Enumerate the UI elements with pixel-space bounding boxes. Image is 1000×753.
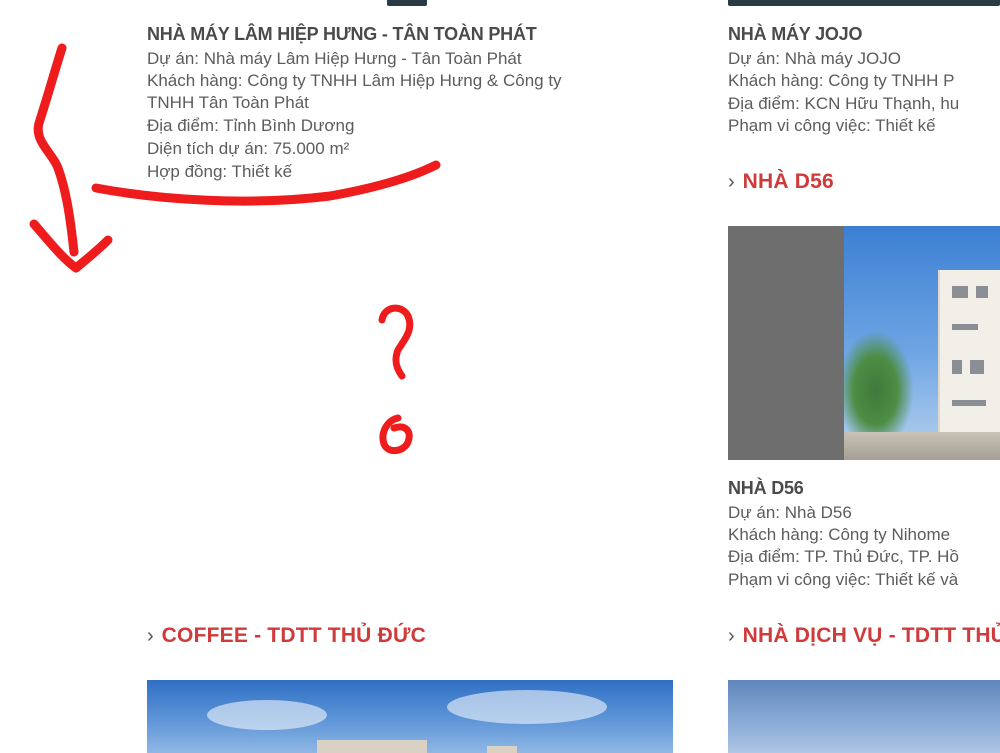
project-info-line: Dự án: Nhà máy JOJO [728, 49, 901, 68]
project-info-line: Dự án: Nhà D56 [728, 503, 852, 522]
cloud-shape [207, 700, 327, 730]
section-heading-label: COFFEE - TDTT THỦ ĐỨC [161, 624, 426, 647]
image-edge [728, 0, 1000, 6]
project-info-line: Địa điểm: Tỉnh Bình Dương [147, 116, 355, 135]
section-heading-nha-dich-vu[interactable]: › NHÀ DỊCH VỤ - TDTT THỦ ĐỨC [728, 624, 1000, 648]
project-info-line: TNHH Tân Toàn Phát [147, 93, 309, 112]
window-shape [952, 360, 962, 374]
page: NHÀ MÁY LÂM HIỆP HƯNG - TÂN TOÀN PHÁT Dự… [0, 0, 1000, 753]
project-info-line: Khách hàng: Công ty TNHH Lâm Hiệp Hưng &… [147, 71, 562, 90]
project-info-line: Địa điểm: KCN Hữu Thạnh, hu [728, 94, 960, 113]
project-image-coffee[interactable] [147, 680, 673, 753]
project-title-jojo[interactable]: NHÀ MÁY JOJO [728, 24, 862, 45]
chevron-right-icon: › [728, 625, 735, 647]
project-image-d56[interactable] [728, 226, 1000, 460]
project-info-line: Khách hàng: Công ty Nihome [728, 525, 951, 544]
window-shape [970, 360, 984, 374]
question-mark-annotation [378, 304, 414, 380]
section-heading-d56[interactable]: › NHÀ D56 [728, 170, 834, 194]
right-column: NHÀ MÁY JOJO Dự án: Nhà máy JOJO Khách h… [728, 0, 1000, 753]
section-heading-coffee[interactable]: › COFFEE - TDTT THỦ ĐỨC [147, 624, 426, 648]
project-info-line: Khách hàng: Công ty TNHH P [728, 71, 955, 90]
question-mark-dot-annotation [379, 414, 413, 454]
project-info-line: Phạm vi công việc: Thiết kế [728, 116, 936, 135]
project-image-nha-dich-vu[interactable] [728, 680, 1000, 753]
section-heading-label: NHÀ DỊCH VỤ - TDTT THỦ ĐỨC [742, 624, 1000, 647]
project-info-line: Phạm vi công việc: Thiết kế và [728, 570, 959, 589]
window-shape [952, 400, 986, 406]
arrowhead-annotation [29, 219, 113, 273]
image-edge [387, 0, 427, 6]
project-info-line: Dự án: Nhà máy Lâm Hiệp Hưng - Tân Toàn … [147, 49, 522, 68]
window-shape [952, 324, 978, 330]
curved-arrow-annotation [33, 43, 79, 257]
tree-shape [844, 330, 914, 440]
window-shape [952, 286, 968, 298]
ground-shape [844, 432, 1000, 460]
project-info-line: Hợp đồng: Thiết kế [147, 162, 293, 181]
window-shape [976, 286, 988, 298]
project-info-line: Địa điểm: TP. Thủ Đức, TP. Hồ [728, 547, 959, 566]
project-title-lam-hiep-hung[interactable]: NHÀ MÁY LÂM HIỆP HƯNG - TÂN TOÀN PHÁT [147, 24, 537, 45]
cloud-shape [447, 690, 607, 724]
project-title-d56[interactable]: NHÀ D56 [728, 478, 804, 499]
building-shape [487, 746, 517, 753]
section-heading-label: NHÀ D56 [742, 170, 834, 193]
project-info-line: Diện tích dự án: 75.000 m² [147, 139, 350, 158]
chevron-right-icon: › [728, 171, 735, 193]
chevron-right-icon: › [147, 625, 154, 647]
building-shape [317, 740, 427, 753]
